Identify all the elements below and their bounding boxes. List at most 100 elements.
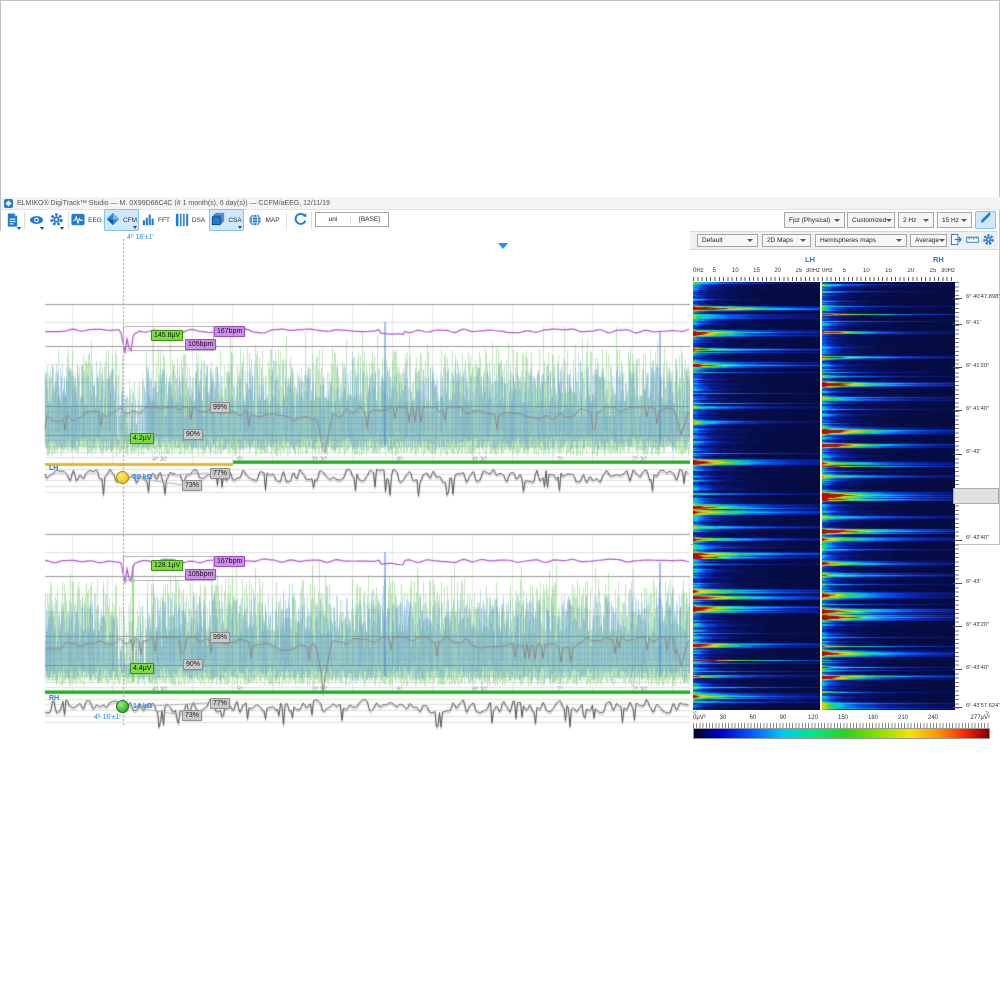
chevron-down-icon	[896, 239, 902, 242]
freq-tick-label: 30Hz	[941, 268, 955, 274]
view-button[interactable]	[27, 210, 45, 231]
time-tick-label: 6ʰ	[397, 687, 403, 693]
saturation-badge: 90%	[183, 659, 203, 670]
electrode-dropdown[interactable]: Fpz (Physical)	[784, 212, 845, 228]
spectro-time-label: 6ʰ 41'	[966, 321, 981, 327]
time-selection-highlight	[953, 488, 999, 504]
time-ruler-tick	[953, 540, 962, 541]
time-ruler-tick	[953, 324, 962, 325]
tab-csa[interactable]: CSA	[209, 209, 244, 231]
spectro-time-label: 6ʰ 42'40"	[966, 536, 989, 542]
spectrogram-rh[interactable]	[822, 282, 955, 710]
map-preset-dropdown[interactable]: Default	[697, 234, 758, 247]
time-tick-label: 6ʰ	[397, 457, 403, 463]
colorbar-tick-label: 240	[928, 715, 938, 721]
cfm-diamond-icon	[106, 212, 120, 228]
chevron-down-icon	[747, 239, 753, 242]
montage-field[interactable]: uni [BASE]	[315, 212, 389, 227]
refresh-button[interactable]	[290, 210, 310, 231]
screen: ELMIKO® DigiTrack™ Studio — M. 0X99D66C4…	[0, 0, 1000, 1000]
time-ruler-tick	[953, 454, 962, 455]
chevron-down-icon	[834, 219, 840, 222]
measure-button[interactable]	[966, 233, 980, 247]
time-ruler-tick	[953, 410, 962, 411]
amplitude-badge: 128.1µV	[151, 560, 183, 571]
dropdown-caret-icon	[238, 226, 242, 229]
chevron-down-icon	[886, 219, 892, 222]
map-average-dropdown[interactable]: Average	[910, 234, 947, 247]
amplitude-badge: 145.8µV	[151, 330, 183, 341]
freq-axis-ticks	[822, 277, 955, 281]
report-button[interactable]	[3, 210, 22, 231]
toolbar-separator	[68, 212, 69, 229]
time-tick-label: 5ʰ	[237, 687, 243, 693]
impedance-marker-yellow[interactable]	[116, 471, 129, 484]
time-tick-label: 4ʰ 30'	[152, 457, 167, 463]
perfusion-badge: 77%	[210, 468, 230, 479]
export-button[interactable]	[950, 233, 964, 247]
montage-value: uni	[316, 216, 351, 223]
dropdown-caret-icon	[133, 226, 137, 229]
saturation-badge: 99%	[210, 402, 230, 413]
map-settings-button[interactable]	[982, 233, 996, 247]
dropdown-caret-icon	[40, 227, 44, 230]
spectro-scroll-left-icon[interactable]: <	[693, 710, 697, 717]
spectro-time-label: 6ʰ 41'20"	[966, 364, 989, 370]
globe-icon	[248, 213, 262, 229]
spectro-time-label: 6ʰ 43'57.624"	[966, 704, 1000, 710]
map-layout-dropdown[interactable]: Hemispheres maps	[815, 234, 907, 247]
title-bar: ELMIKO® DigiTrack™ Studio — M. 0X99D66C4…	[1, 197, 1000, 210]
toolbar-separator	[24, 212, 25, 229]
cursor-time-label-bottom: 4ʰ 16'±1'	[94, 714, 121, 721]
saturation-badge: 90%	[183, 429, 203, 440]
scale-dropdown[interactable]: Customized	[847, 212, 895, 228]
tab-fft[interactable]: FFT	[141, 210, 171, 231]
fft-bars-icon	[142, 213, 155, 228]
perfusion-badge: 73%	[182, 480, 202, 491]
colorbar-tick-label: 180	[868, 715, 878, 721]
freq-tick-label: 25	[929, 268, 936, 274]
toolbar-separator	[311, 212, 312, 229]
settings-button[interactable]	[47, 210, 65, 231]
time-tick-label: 5ʰ	[237, 457, 243, 463]
impedance-marker-label: 14 kΩ	[133, 703, 152, 710]
tab-map[interactable]: MAP	[247, 210, 281, 231]
edit-mode-button[interactable]	[975, 211, 996, 229]
freq-tick-label: 15	[753, 268, 760, 274]
freq-tick-label: 25	[795, 268, 802, 274]
freq-tick-label: 10	[732, 268, 739, 274]
low-freq-dropdown[interactable]: 2 Hz	[898, 212, 934, 228]
toolbar-separator	[286, 212, 287, 229]
freq-tick-label: 5	[712, 268, 715, 274]
chevron-down-icon	[800, 239, 806, 242]
spectrogram-lh[interactable]	[693, 282, 820, 710]
map-type-dropdown[interactable]: 2D Maps	[762, 234, 811, 247]
time-tick-label: 5ʰ 30'	[312, 457, 327, 463]
tab-dsa[interactable]: DSA	[173, 210, 207, 231]
heart-rate-badge: 167bpm	[214, 326, 245, 337]
spectro-time-label: 6ʰ 43'20"	[966, 623, 989, 629]
chevron-down-icon	[939, 239, 945, 242]
high-freq-dropdown[interactable]: 15 Hz	[937, 212, 972, 228]
spectro-scroll-right-icon[interactable]: >	[985, 710, 989, 717]
tab-cfm[interactable]: CFM	[104, 209, 139, 231]
colorbar-tick-label: 60	[750, 715, 757, 721]
impedance-marker-green[interactable]	[116, 700, 129, 713]
dropdown-caret-icon	[60, 227, 64, 230]
spectro-time-label: 6ʰ 42'	[966, 450, 981, 456]
event-marker-icon[interactable]	[498, 243, 508, 249]
csa-layers-icon	[211, 212, 225, 228]
time-tick-label: 7ʰ 30'	[632, 457, 647, 463]
spectro-time-label: 6ʰ 43'40"	[966, 666, 989, 672]
colorbar-tick-label: 90	[780, 715, 787, 721]
dropdown-caret-icon	[17, 227, 21, 230]
time-tick-label: 7ʰ	[557, 457, 563, 463]
time-tick-label: 7ʰ 30'	[632, 687, 647, 693]
spectro-time-label: 6ʰ 41'40"	[966, 407, 989, 413]
time-ruler-tick	[953, 298, 962, 299]
cfm-chart-canvas[interactable]	[0, 231, 690, 740]
spectro-time-label: 6ʰ 43'	[966, 580, 981, 586]
freq-tick-label: 0Hz	[693, 268, 704, 274]
tab-eeg[interactable]: EEG	[71, 210, 102, 231]
freq-axis-ticks	[693, 277, 820, 281]
